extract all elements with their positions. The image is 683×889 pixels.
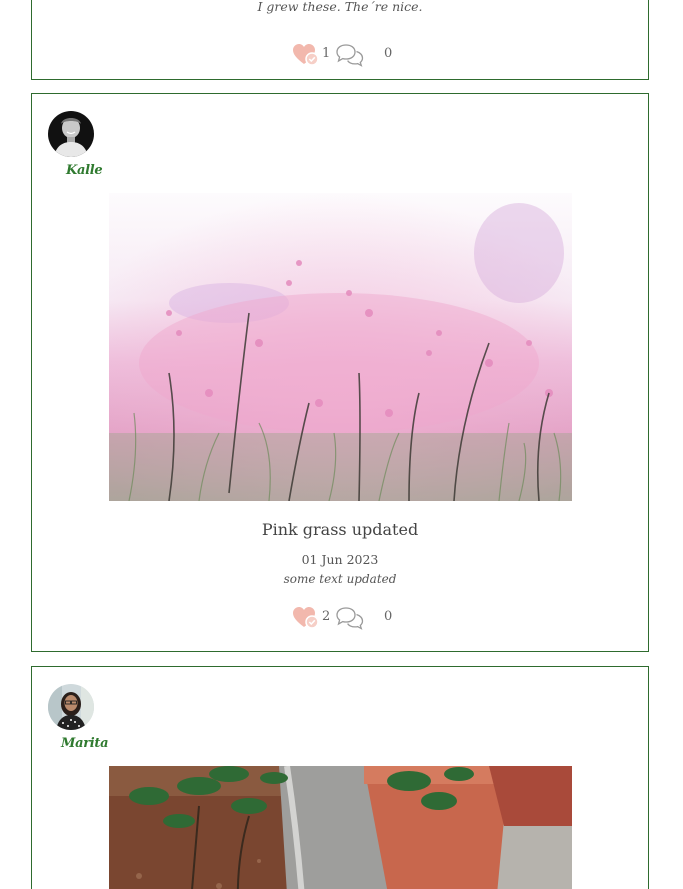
author-name[interactable]: Kalle — [48, 163, 112, 178]
avatar[interactable] — [48, 684, 94, 730]
heart-icon — [293, 607, 319, 629]
post-author[interactable]: Marita — [48, 684, 112, 751]
comment-button[interactable] — [335, 606, 365, 630]
comment-count: 0 — [384, 609, 393, 624]
post-image[interactable] — [109, 766, 572, 889]
pink-grass-photo-icon — [109, 193, 572, 501]
avatar-woman-photo-icon — [48, 684, 94, 730]
avatar-man-photo-icon — [48, 111, 94, 157]
comment-count: 0 — [384, 46, 393, 61]
heart-icon — [293, 44, 319, 66]
author-name[interactable]: Marita — [48, 736, 112, 751]
comment-icon — [336, 44, 364, 67]
post-author[interactable]: Kalle — [48, 111, 112, 178]
like-count: 1 — [322, 46, 331, 61]
post-date: 01 Jun 2023 — [301, 552, 379, 567]
like-button[interactable] — [292, 606, 320, 630]
post-card: Kalle Pink grass updated 01 Jun 2023 som… — [31, 93, 649, 652]
potted-plants-photo-icon — [109, 766, 572, 889]
like-count: 2 — [322, 609, 331, 624]
post-card: I grew these. The´re nice. 1 0 — [31, 0, 649, 80]
avatar[interactable] — [48, 111, 94, 157]
comment-icon — [336, 607, 364, 630]
post-text: some text updated — [283, 572, 397, 586]
comment-button[interactable] — [335, 43, 365, 67]
post-actions: 2 0 — [32, 606, 648, 630]
post-actions: 1 0 — [32, 43, 648, 67]
post-feed: I grew these. The´re nice. 1 0 Kalle Pin… — [0, 0, 683, 889]
post-title: Pink grass updated — [261, 520, 419, 539]
post-card: Marita — [31, 666, 649, 889]
post-caption: I grew these. The´re nice. — [257, 0, 423, 14]
post-image[interactable] — [109, 193, 572, 501]
like-button[interactable] — [292, 43, 320, 67]
